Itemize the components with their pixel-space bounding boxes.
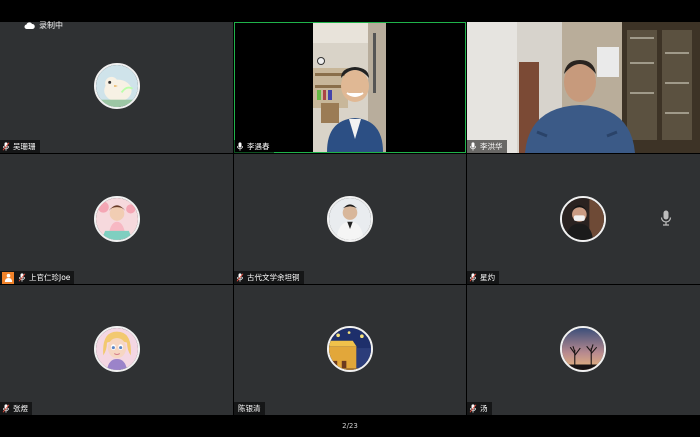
top-bar [0,0,700,22]
participant-name: 星灼 [480,273,495,282]
avatar [327,196,373,242]
page-indicator[interactable]: 2/23 [342,422,358,430]
participant-name: 李遇春 [247,142,270,151]
video-feed [313,23,386,152]
participant-tile[interactable]: 古代文学余坦铜 [234,154,466,284]
microphone-icon [237,142,243,151]
person-icon [4,273,12,282]
participant-name-label: 李洪华 [467,140,507,153]
microphone-icon [469,404,477,413]
participant-name-label: 汤 [467,402,492,415]
participant-tile[interactable]: 星灼 [467,154,700,284]
participant-name: 吴珊珊 [13,142,36,151]
participant-name: 上官仁珍Joe [29,273,71,282]
participant-name-label: 古代文学余坦铜 [234,271,304,284]
participant-tile[interactable]: 吴珊珊 [0,22,233,153]
participant-name-label: 陈银清 [234,402,265,415]
avatar [327,326,373,372]
pagination-bar: 2/23 [0,415,700,437]
microphone-icon [470,142,476,151]
participant-name: 李洪华 [480,142,503,151]
participant-name: 张煜 [13,404,28,413]
microphone-icon [2,142,10,151]
avatar [560,326,606,372]
avatar [560,196,606,242]
participant-name-label: 李遇春 [234,140,274,153]
participant-tile[interactable]: 陈银清 [234,285,466,415]
microphone-icon [236,273,244,282]
avatar [94,326,140,372]
microphone-icon [660,210,672,226]
participant-name: 汤 [480,404,488,413]
participant-name-label: 吴珊珊 [0,140,40,153]
participant-name-label: 星灼 [467,271,499,284]
recording-indicator: 录制中 [24,18,63,32]
participant-tile[interactable]: 张煜 [0,285,233,415]
recording-label: 录制中 [39,20,63,30]
video-grid: 吴珊珊 李遇春 李洪华 上官仁珍Joe 古代文学余坦铜 星灼 张煜 陈银清 汤 [0,22,700,415]
participant-tile[interactable]: 上官仁珍Joe [0,154,233,284]
microphone-icon [18,273,26,282]
participant-tile-active[interactable]: 李遇春 [234,22,466,153]
microphone-icon [469,273,477,282]
participant-tile[interactable]: 李洪华 [467,22,700,153]
microphone-icon [2,404,10,413]
avatar [94,63,140,109]
avatar [94,196,140,242]
video-feed [467,22,700,153]
participant-tile[interactable]: 汤 [467,285,700,415]
participant-name-label: 张煜 [0,402,32,415]
participant-name-label: 上官仁珍Joe [0,271,75,284]
cloud-icon [24,21,35,29]
participant-name: 陈银清 [238,404,261,413]
participant-name: 古代文学余坦铜 [247,273,300,282]
host-badge [2,271,14,284]
